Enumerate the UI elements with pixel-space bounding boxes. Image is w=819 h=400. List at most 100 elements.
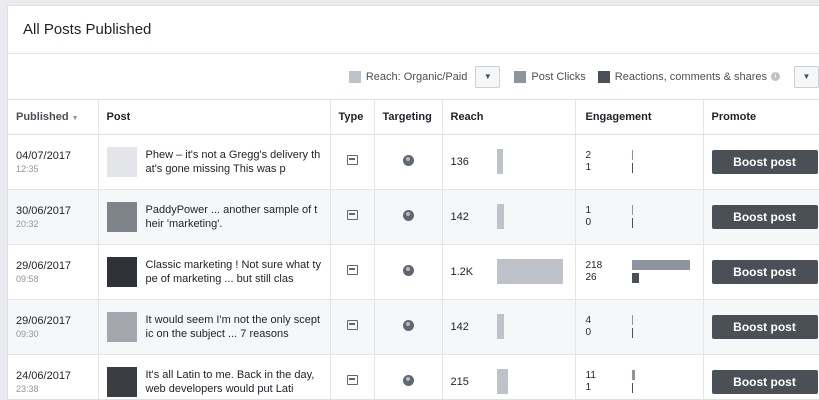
post-cell[interactable]: Phew – it's not a Gregg's delivery that'… [98, 134, 331, 190]
targeting-cell [374, 134, 443, 190]
reactions-value: 1 [585, 381, 592, 393]
column-post: Post [98, 100, 331, 135]
published-cell: 29/06/2017 09:30 [8, 299, 99, 355]
column-published[interactable]: Published ▼ [8, 100, 99, 135]
engagement-cell: 4 0 [575, 299, 704, 355]
targeting-cell [374, 189, 443, 245]
shared-post-icon [346, 210, 358, 220]
post-thumbnail[interactable] [106, 366, 137, 397]
legend-reach-label: Reach: Organic/Paid [365, 70, 468, 83]
post-time: 23:38 [16, 383, 39, 394]
boost-post-button[interactable]: Boost post [711, 259, 818, 284]
legend-reactions-label: Reactions, comments & shares [614, 70, 767, 83]
engagement-cell: 1 0 [575, 189, 704, 245]
chevron-down-icon: ▼ [802, 72, 811, 81]
table-row[interactable]: 29/06/2017 09:58 Classic marketing ! Not… [8, 244, 819, 300]
reactions-value: 26 [585, 271, 597, 283]
targeting-cell [374, 354, 443, 399]
globe-icon [402, 154, 414, 166]
post-cell[interactable]: Classic marketing ! Not sure what type o… [98, 244, 331, 300]
legend-clicks: Post Clicks [514, 70, 586, 83]
posts-table: Published ▼ Post Type Targeting Reach Eng… [8, 100, 819, 399]
promote-cell: Boost post [703, 354, 819, 399]
sort-down-icon: ▼ [71, 114, 79, 122]
reach-swatch [348, 70, 361, 83]
reach-cell: 136 [442, 134, 576, 190]
post-cell[interactable]: PaddyPower ... another sample of their '… [98, 189, 331, 245]
reach-bar [496, 259, 563, 284]
post-date: 29/06/2017 [16, 259, 72, 272]
promote-cell: Boost post [703, 244, 819, 300]
promote-cell: Boost post [703, 189, 819, 245]
post-cell[interactable]: It's all Latin to me. Back in the day, w… [98, 354, 331, 399]
reach-cell: 1.2K [442, 244, 576, 300]
reactions-bar [631, 273, 639, 283]
shared-post-icon [346, 320, 358, 330]
published-cell: 29/06/2017 09:58 [8, 244, 99, 300]
reach-bar [496, 204, 504, 229]
reactions-bar [631, 328, 633, 338]
post-text[interactable]: Classic marketing ! Not sure what type o… [146, 258, 322, 286]
post-time: 20:32 [16, 218, 39, 229]
post-clicks-bar [631, 370, 635, 380]
globe-icon [402, 374, 414, 386]
info-icon[interactable]: i [771, 72, 780, 81]
reactions-bar [631, 163, 633, 173]
table-row[interactable]: 24/06/2017 23:38 It's all Latin to me. B… [8, 354, 819, 399]
post-clicks-value: 11 [585, 369, 596, 381]
post-text[interactable]: Phew – it's not a Gregg's delivery that'… [146, 148, 322, 176]
post-clicks-bar [631, 315, 633, 325]
reach-value: 1.2K [450, 265, 474, 278]
post-time: 09:30 [16, 328, 39, 339]
column-type: Type [330, 100, 375, 135]
post-thumbnail[interactable] [106, 146, 137, 177]
boost-post-button[interactable]: Boost post [711, 204, 818, 229]
table-row[interactable]: 04/07/2017 12:35 Phew – it's not a Gregg… [8, 134, 819, 190]
post-clicks-value: 1 [585, 204, 592, 216]
post-thumbnail[interactable] [106, 256, 137, 287]
boost-post-button[interactable]: Boost post [711, 369, 818, 394]
legend-clicks-label: Post Clicks [531, 70, 586, 83]
globe-icon [402, 319, 414, 331]
post-date: 29/06/2017 [16, 314, 72, 327]
type-cell [330, 299, 375, 355]
published-cell: 30/06/2017 20:32 [8, 189, 99, 245]
targeting-cell [374, 299, 443, 355]
reach-value: 215 [450, 375, 469, 388]
reactions-bar [631, 218, 633, 228]
reach-bar [496, 149, 503, 174]
globe-icon [402, 264, 414, 276]
table-row[interactable]: 30/06/2017 20:32 PaddyPower ... another … [8, 189, 819, 245]
post-thumbnail[interactable] [106, 201, 137, 232]
column-promote-label: Promote [711, 110, 757, 123]
reach-dropdown-button[interactable]: ▼ [475, 65, 501, 88]
legend-reach: Reach: Organic/Paid [348, 70, 468, 83]
column-targeting-label: Targeting [382, 110, 432, 123]
post-text[interactable]: It would seem I'm not the only sceptic o… [146, 313, 322, 341]
column-promote: Promote [703, 100, 819, 135]
post-thumbnail[interactable] [106, 311, 137, 342]
type-cell [330, 244, 375, 300]
clicks-swatch [514, 70, 527, 83]
targeting-cell [374, 244, 443, 300]
post-date: 30/06/2017 [16, 204, 72, 217]
post-time: 12:35 [16, 163, 39, 174]
column-type-label: Type [338, 110, 364, 123]
table-row[interactable]: 29/06/2017 09:30 It would seem I'm not t… [8, 299, 819, 355]
engagement-dropdown-button[interactable]: ▼ [794, 65, 819, 88]
table-header-row: Published ▼ Post Type Targeting Reach Eng… [8, 100, 819, 135]
reactions-bar [631, 383, 633, 393]
boost-post-button[interactable]: Boost post [711, 314, 818, 339]
published-cell: 24/06/2017 23:38 [8, 354, 99, 399]
post-clicks-bar [631, 205, 633, 215]
boost-post-button[interactable]: Boost post [711, 149, 818, 174]
page-title: All Posts Published [23, 21, 152, 38]
post-text[interactable]: PaddyPower ... another sample of their '… [146, 203, 322, 231]
engagement-cell: 2 1 [575, 134, 704, 190]
post-text[interactable]: It's all Latin to me. Back in the day, w… [146, 368, 322, 396]
post-cell[interactable]: It would seem I'm not the only sceptic o… [98, 299, 331, 355]
type-cell [330, 189, 375, 245]
globe-icon [402, 209, 414, 221]
reach-bar [496, 314, 504, 339]
post-clicks-value: 4 [585, 314, 592, 326]
